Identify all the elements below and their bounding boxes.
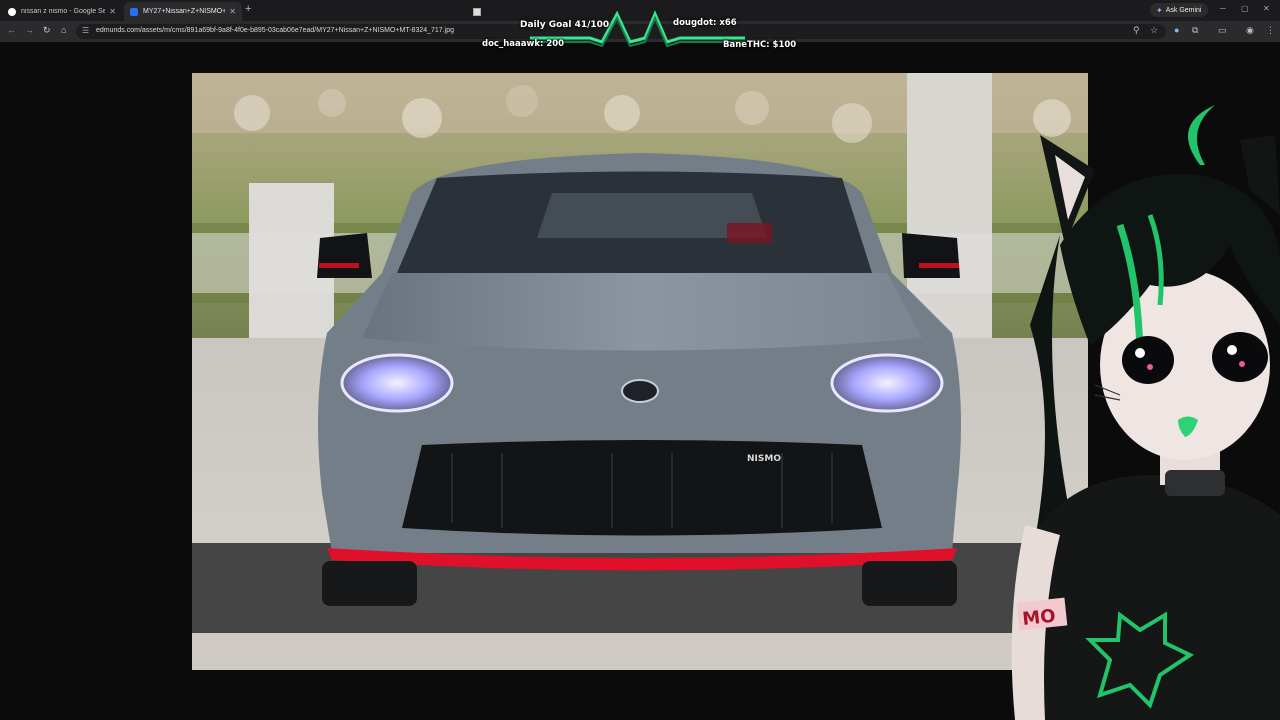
avatar-illustration: MO [1011,105,1280,720]
arm-band-text: MO [1021,606,1056,630]
browser-window: nissan z nismo - Google Search ✕ MY27+Ni… [0,0,1280,720]
headlight-left [340,353,454,413]
bookmark-star-icon[interactable]: ☆ [1150,25,1158,36]
nismo-badge: NISMO [747,454,781,464]
mirror-right [902,233,960,278]
zoom-icon[interactable]: ⚲ [1133,25,1140,36]
close-window-icon[interactable]: ✕ [1263,4,1270,13]
back-arrow-icon[interactable]: ← [7,25,16,35]
avatar-eye-left [1122,336,1174,384]
hood [362,273,922,351]
close-tab-icon[interactable]: ✕ [109,7,116,16]
headlight-right [830,353,944,413]
avatar-body [1017,475,1280,720]
daily-goal-text: Daily Goal 41/100 [520,20,610,30]
maximize-icon[interactable]: ▢ [1241,4,1249,13]
site-info-icon[interactable]: ☰ [82,26,89,35]
collar [1165,470,1225,496]
menu-kebab-icon[interactable]: ⋮ [1266,25,1275,36]
avatar-eye-right [1212,332,1268,382]
tab-title: MY27+Nissan+Z+NISMO+MT-8324_717.jpg [143,8,226,15]
tab-title: nissan z nismo - Google Search [21,8,106,15]
edmunds-favicon-icon [130,7,138,16]
car-photo: NISMO [192,73,1088,670]
mirror-left [317,233,372,278]
tab-google-search[interactable]: nissan z nismo - Google Search ✕ [2,2,122,21]
reload-icon[interactable]: ↻ [43,25,51,36]
url-text[interactable]: edmunds.com/assets/m/cms/891a69bf-9a8f-4… [96,27,454,34]
top-supporter-text: dougdot: x66 [673,18,737,28]
forward-arrow-icon[interactable]: → [25,25,34,35]
profile-icon[interactable]: ◉ [1246,25,1254,36]
car-photo-drawing: NISMO [192,73,1088,670]
gemini-sparkle-icon: ✦ [1156,5,1163,15]
vtuber-avatar: MO [1000,95,1280,720]
recent-follower-text: doc_haaawk: 200 [482,39,565,49]
tire-right [862,561,957,606]
ask-gemini-button[interactable]: ✦ Ask Gemini [1150,3,1208,17]
tab-image[interactable]: MY27+Nissan+Z+NISMO+MT-8324_717.jpg ✕ [124,2,242,21]
side-panel-icon[interactable]: ▭ [1218,25,1227,36]
extensions-puzzle-icon[interactable]: ⧉ [1192,25,1198,36]
stream-goal-overlay: Daily Goal 41/100 dougdot: x66 doc_haaaw… [470,10,810,52]
new-tab-button[interactable]: + [245,3,251,15]
recent-donation-text: BaneTHC: $100 [723,40,797,50]
ahoge-curl [1188,105,1215,165]
close-tab-icon[interactable]: ✕ [229,7,236,16]
gemini-label: Ask Gemini [1165,6,1202,14]
minimize-icon[interactable]: ─ [1220,4,1226,13]
extension-icon[interactable]: ● [1174,25,1179,35]
home-icon[interactable]: ⌂ [61,25,66,35]
nissan-emblem [621,379,659,403]
google-favicon-icon [8,7,16,16]
front-grille [402,440,882,536]
tire-left [322,561,417,606]
